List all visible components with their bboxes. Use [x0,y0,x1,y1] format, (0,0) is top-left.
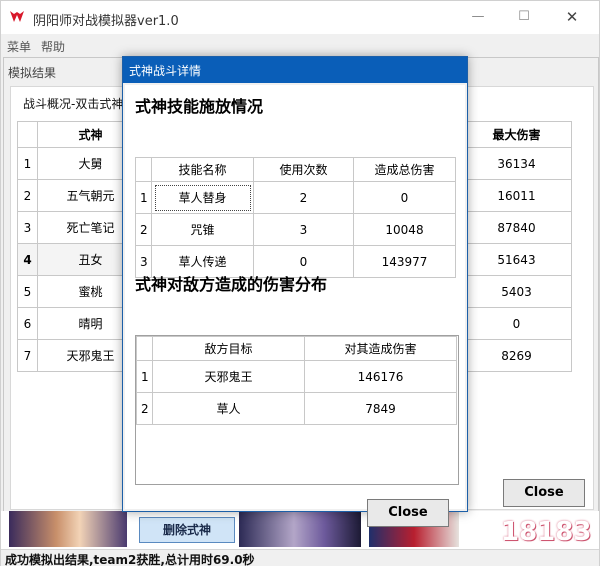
distribution-header-row: 敌方目标 对其造成伤害 [136,336,457,361]
skill-name-header: 技能名称 [151,157,254,182]
damage-dealt-cell[interactable]: 7849 [304,392,457,425]
row-number: 1 [17,147,38,180]
max-damage-value: 5403 [461,275,572,308]
use-count-cell[interactable]: 2 [253,181,354,214]
max-damage-table: 最大伤害 36134 16011 87840 51643 5403 0 8269 [461,121,572,372]
table-row[interactable]: 8269 [461,339,572,372]
total-damage-header: 造成总伤害 [353,157,456,182]
max-damage-value: 0 [461,307,572,340]
table-row[interactable]: 87840 [461,211,572,244]
dialog-title: 式神战斗详情 [129,64,202,78]
table-row[interactable]: 16011 [461,179,572,212]
skill-usage-heading: 式神技能施放情况 [135,97,264,116]
row-number: 2 [136,392,153,425]
skill-usage-table: 技能名称 使用次数 造成总伤害 1 草人替身 2 0 2 咒锥 3 10048 … [135,157,456,278]
max-damage-column-header: 最大伤害 [461,121,572,148]
row-number: 5 [17,275,38,308]
enemy-target-cell[interactable]: 天邪鬼王 [152,360,305,393]
minimize-button[interactable]: — [463,7,493,27]
damage-distribution-panel: 敌方目标 对其造成伤害 1 天邪鬼王 146176 2 草人 7849 [135,335,459,485]
shikigami-detail-dialog: 式神战斗详情 式神技能施放情况 技能名称 使用次数 造成总伤害 1 草人替身 2… [122,56,468,527]
shikigami-portrait-image [239,511,361,547]
enemy-target-cell[interactable]: 草人 [152,392,305,425]
table-row[interactable]: 51643 [461,243,572,276]
damage-dealt-cell[interactable]: 146176 [304,360,457,393]
skill-name-cell[interactable]: 咒锥 [151,213,254,246]
max-damage-value: 16011 [461,179,572,212]
table-row[interactable]: 1 天邪鬼王 146176 [136,360,457,393]
menu-item-menu[interactable]: 菜单 [7,38,31,55]
damage-distribution-table: 敌方目标 对其造成伤害 1 天邪鬼王 146176 2 草人 7849 [136,336,457,425]
skill-name-cell[interactable]: 草人替身 [151,181,254,214]
max-damage-value: 8269 [461,339,572,372]
row-number-header [17,121,38,148]
row-number: 1 [136,360,153,393]
dialog-titlebar[interactable]: 式神战斗详情 [123,57,467,83]
menubar: 菜单 帮助 [1,36,599,56]
battle-overview-label: 战斗概况-双击式神 [23,97,124,111]
max-damage-value: 51643 [461,243,572,276]
max-damage-header-row: 最大伤害 [461,121,572,148]
table-row[interactable]: 2 草人 7849 [136,392,457,425]
use-count-cell[interactable]: 3 [253,213,354,246]
row-number: 2 [135,213,152,246]
dialog-content: 式神技能施放情况 技能名称 使用次数 造成总伤害 1 草人替身 2 0 2 咒锥… [125,85,465,527]
row-number: 4 [17,243,38,276]
damage-dealt-header: 对其造成伤害 [304,336,457,361]
total-damage-cell[interactable]: 10048 [353,213,456,246]
results-close-button[interactable]: Close [503,479,585,507]
results-window-title: 模拟结果 [8,66,57,80]
dialog-close-button[interactable]: Close [367,499,449,527]
status-bar: 成功模拟出结果,team2获胜,总计用时69.0秒 [1,549,599,566]
skill-table-header-row: 技能名称 使用次数 造成总伤害 [135,157,456,182]
total-damage-cell[interactable]: 143977 [353,245,456,278]
row-number: 2 [17,179,38,212]
row-number: 3 [17,211,38,244]
row-number-header [136,336,153,361]
site-watermark-logo: 18183 [501,517,592,547]
damage-distribution-heading: 式神对敌方造成的伤害分布 [135,275,328,294]
table-row[interactable]: 5403 [461,275,572,308]
table-row[interactable]: 36134 [461,147,572,180]
app-logo-icon [10,11,24,22]
main-titlebar: 阴阳师对战模拟器ver1.0 — ☐ ✕ [1,1,599,34]
table-row[interactable]: 0 [461,307,572,340]
status-message: 成功模拟出结果,team2获胜,总计用时69.0秒 [5,553,255,566]
enemy-target-header: 敌方目标 [152,336,305,361]
delete-shikigami-button[interactable]: 删除式神 [139,517,235,543]
row-number: 7 [17,339,38,372]
row-number-header [135,157,152,182]
use-count-header: 使用次数 [253,157,354,182]
total-damage-cell[interactable]: 0 [353,181,456,214]
menu-item-help[interactable]: 帮助 [41,38,65,55]
window-close-button[interactable]: ✕ [557,7,587,27]
max-damage-value: 36134 [461,147,572,180]
table-row[interactable]: 2 咒锥 3 10048 [135,213,456,246]
row-number: 1 [135,181,152,214]
maximize-button[interactable]: ☐ [509,7,539,27]
max-damage-value: 87840 [461,211,572,244]
shikigami-portrait-image [9,511,127,547]
table-row[interactable]: 1 草人替身 2 0 [135,181,456,214]
app-title: 阴阳师对战模拟器ver1.0 [33,14,179,29]
row-number: 6 [17,307,38,340]
